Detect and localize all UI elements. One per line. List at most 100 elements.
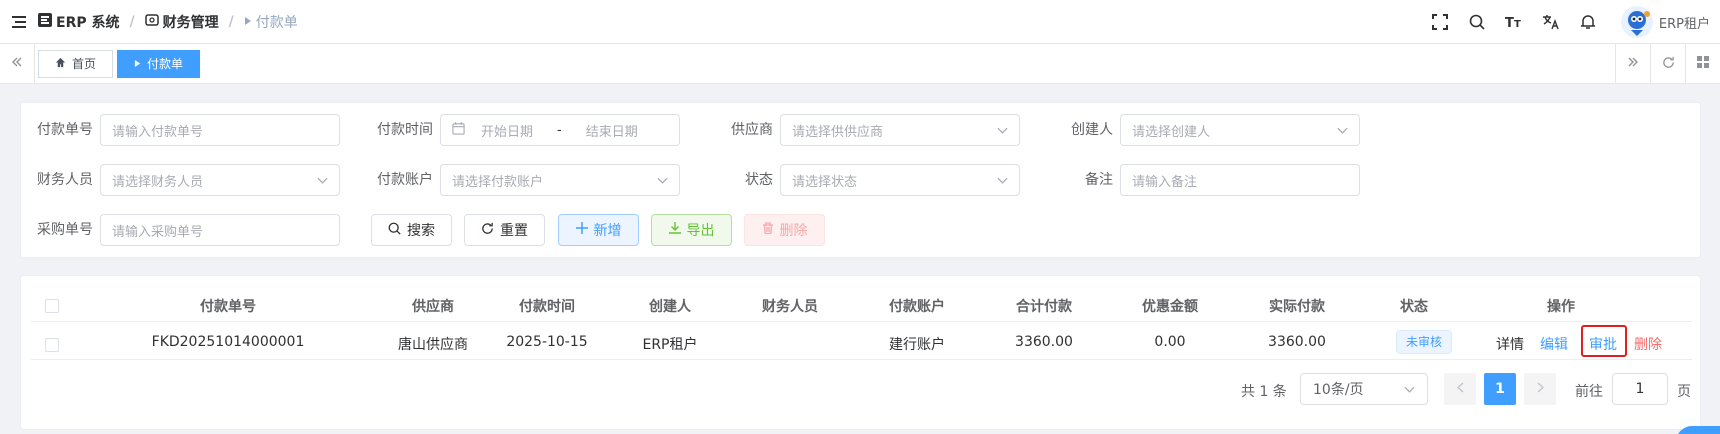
page-size-value: 10条/页 (1313, 382, 1364, 398)
tab-label: 首页 (72, 57, 97, 71)
finance-staff-select[interactable]: 请选择财务人员 (100, 164, 340, 196)
delete-link[interactable]: 删除 (1634, 334, 1662, 354)
tab-payment[interactable]: 付款单 (117, 49, 201, 78)
translate-icon[interactable] (1533, 0, 1570, 44)
tab-home[interactable]: 首页 (38, 49, 114, 78)
button-label: 搜索 (407, 223, 435, 239)
grid-icon (1697, 56, 1709, 72)
placeholder: 请输入采购单号 (112, 224, 204, 240)
detail-link[interactable]: 详情 (1496, 334, 1524, 354)
button-label: 重置 (500, 223, 528, 239)
column-header: 创建人 (649, 299, 691, 315)
placeholder: 请选择供供应商 (792, 124, 884, 140)
select-all-checkbox[interactable] (45, 299, 59, 313)
column-header: 付款单号 (200, 299, 256, 315)
placeholder: 请输入备注 (1132, 174, 1198, 190)
breadcrumb-label: 付款单 (255, 14, 298, 31)
breadcrumb-label: ERP 系统 (56, 14, 120, 31)
status-select[interactable]: 请选择状态 (780, 164, 1020, 196)
chevron-down-icon (1337, 124, 1348, 137)
export-button[interactable]: 导出 (651, 214, 732, 246)
purchase-no-input[interactable]: 请输入采购单号 (100, 214, 340, 246)
edit-link[interactable]: 编辑 (1540, 334, 1568, 354)
trash-icon (762, 222, 774, 238)
cell-account: 建行账户 (889, 337, 945, 353)
column-header: 优惠金额 (1142, 299, 1198, 315)
add-button[interactable]: 新增 (558, 214, 639, 246)
column-header: 状态 (1400, 299, 1428, 315)
column-header: 付款时间 (519, 299, 575, 315)
finance-icon (144, 13, 159, 31)
row-checkbox[interactable] (45, 338, 59, 352)
search-icon (388, 222, 401, 239)
refresh-icon (1662, 56, 1675, 73)
search-button[interactable]: 搜索 (371, 214, 452, 246)
cell-discount: 0.00 (1154, 334, 1186, 350)
refresh-button[interactable] (1650, 44, 1685, 84)
placeholder: 请输入付款单号 (112, 124, 204, 140)
label-purchase-no: 采购单号 (37, 222, 93, 238)
divider (31, 359, 1692, 360)
double-chevron-left-icon (11, 56, 23, 72)
label-finance-staff: 财务人员 (37, 172, 93, 188)
user-menu[interactable]: ERP租户 (1620, 6, 1710, 38)
page-suffix: 页 (1677, 384, 1691, 400)
goto-label: 前往 (1575, 384, 1603, 400)
label-payment-account: 付款账户 (377, 172, 433, 188)
cell-payment-no: FKD20251014000001 (151, 334, 305, 350)
scroll-left-button[interactable] (0, 43, 35, 84)
column-header: 付款账户 (889, 299, 945, 315)
font-size-icon[interactable]: TT (1496, 0, 1533, 44)
page-number-current[interactable]: 1 (1484, 373, 1516, 405)
placeholder: 请选择财务人员 (112, 174, 204, 190)
payment-no-input[interactable]: 请输入付款单号 (100, 114, 340, 146)
breadcrumb-item-payment: 付款单 (244, 12, 298, 32)
payment-account-select[interactable]: 请选择付款账户 (440, 164, 680, 196)
tab-menu-button[interactable] (1685, 44, 1720, 84)
column-header: 财务人员 (762, 299, 818, 315)
chevron-down-icon (997, 124, 1008, 137)
breadcrumb-label: 财务管理 (162, 14, 219, 31)
chevron-down-icon (997, 174, 1008, 187)
date-separator: - (557, 122, 562, 138)
approve-highlight-box (1581, 325, 1627, 357)
fullscreen-icon[interactable] (1422, 0, 1459, 44)
breadcrumb-item-erp[interactable]: ERP 系统 (38, 12, 119, 32)
next-page-button[interactable] (1524, 373, 1556, 405)
delete-button[interactable]: 删除 (744, 214, 825, 246)
cell-time: 2025-10-15 (506, 334, 588, 350)
breadcrumb-item-finance[interactable]: 财务管理 (144, 12, 219, 32)
breadcrumb-separator: / (228, 13, 234, 30)
plus-icon (575, 222, 588, 238)
button-label: 导出 (686, 223, 715, 239)
tab-label: 付款单 (147, 57, 184, 71)
creator-select[interactable]: 请选择创建人 (1120, 114, 1360, 146)
start-date-placeholder: 开始日期 (481, 124, 534, 140)
calendar-icon (452, 121, 465, 139)
chevron-down-icon (317, 174, 328, 187)
hamburger-menu-icon[interactable] (0, 15, 38, 28)
search-icon[interactable] (1459, 0, 1496, 44)
reset-button[interactable]: 重置 (464, 214, 545, 246)
svg-text:T: T (1505, 16, 1514, 29)
user-name: ERP租户 (1658, 16, 1710, 32)
placeholder: 请选择状态 (792, 174, 858, 190)
supplier-select[interactable]: 请选择供供应商 (780, 114, 1020, 146)
bell-icon[interactable] (1570, 0, 1607, 44)
label-payment-time: 付款时间 (377, 122, 433, 138)
status-badge: 未审核 (1396, 330, 1453, 354)
goto-page-input[interactable]: 1 (1612, 373, 1668, 405)
end-date-placeholder: 结束日期 (585, 124, 638, 140)
remark-input[interactable]: 请输入备注 (1120, 164, 1360, 196)
column-header: 合计付款 (1016, 299, 1072, 315)
total-count: 共 1 条 (1241, 384, 1287, 400)
prev-page-button[interactable] (1444, 373, 1476, 405)
scroll-right-button[interactable] (1615, 44, 1650, 84)
placeholder: 请选择付款账户 (452, 174, 544, 190)
chevron-down-icon (657, 174, 668, 187)
caret-right-icon (244, 14, 252, 30)
payment-time-range[interactable]: 开始日期 - 结束日期 (440, 114, 680, 146)
navbar: ERP 系统 / 财务管理 / 付款单 TT ERP租户 (0, 0, 1720, 44)
chevron-left-icon (1456, 382, 1464, 396)
page-size-select[interactable]: 10条/页 (1300, 373, 1428, 405)
